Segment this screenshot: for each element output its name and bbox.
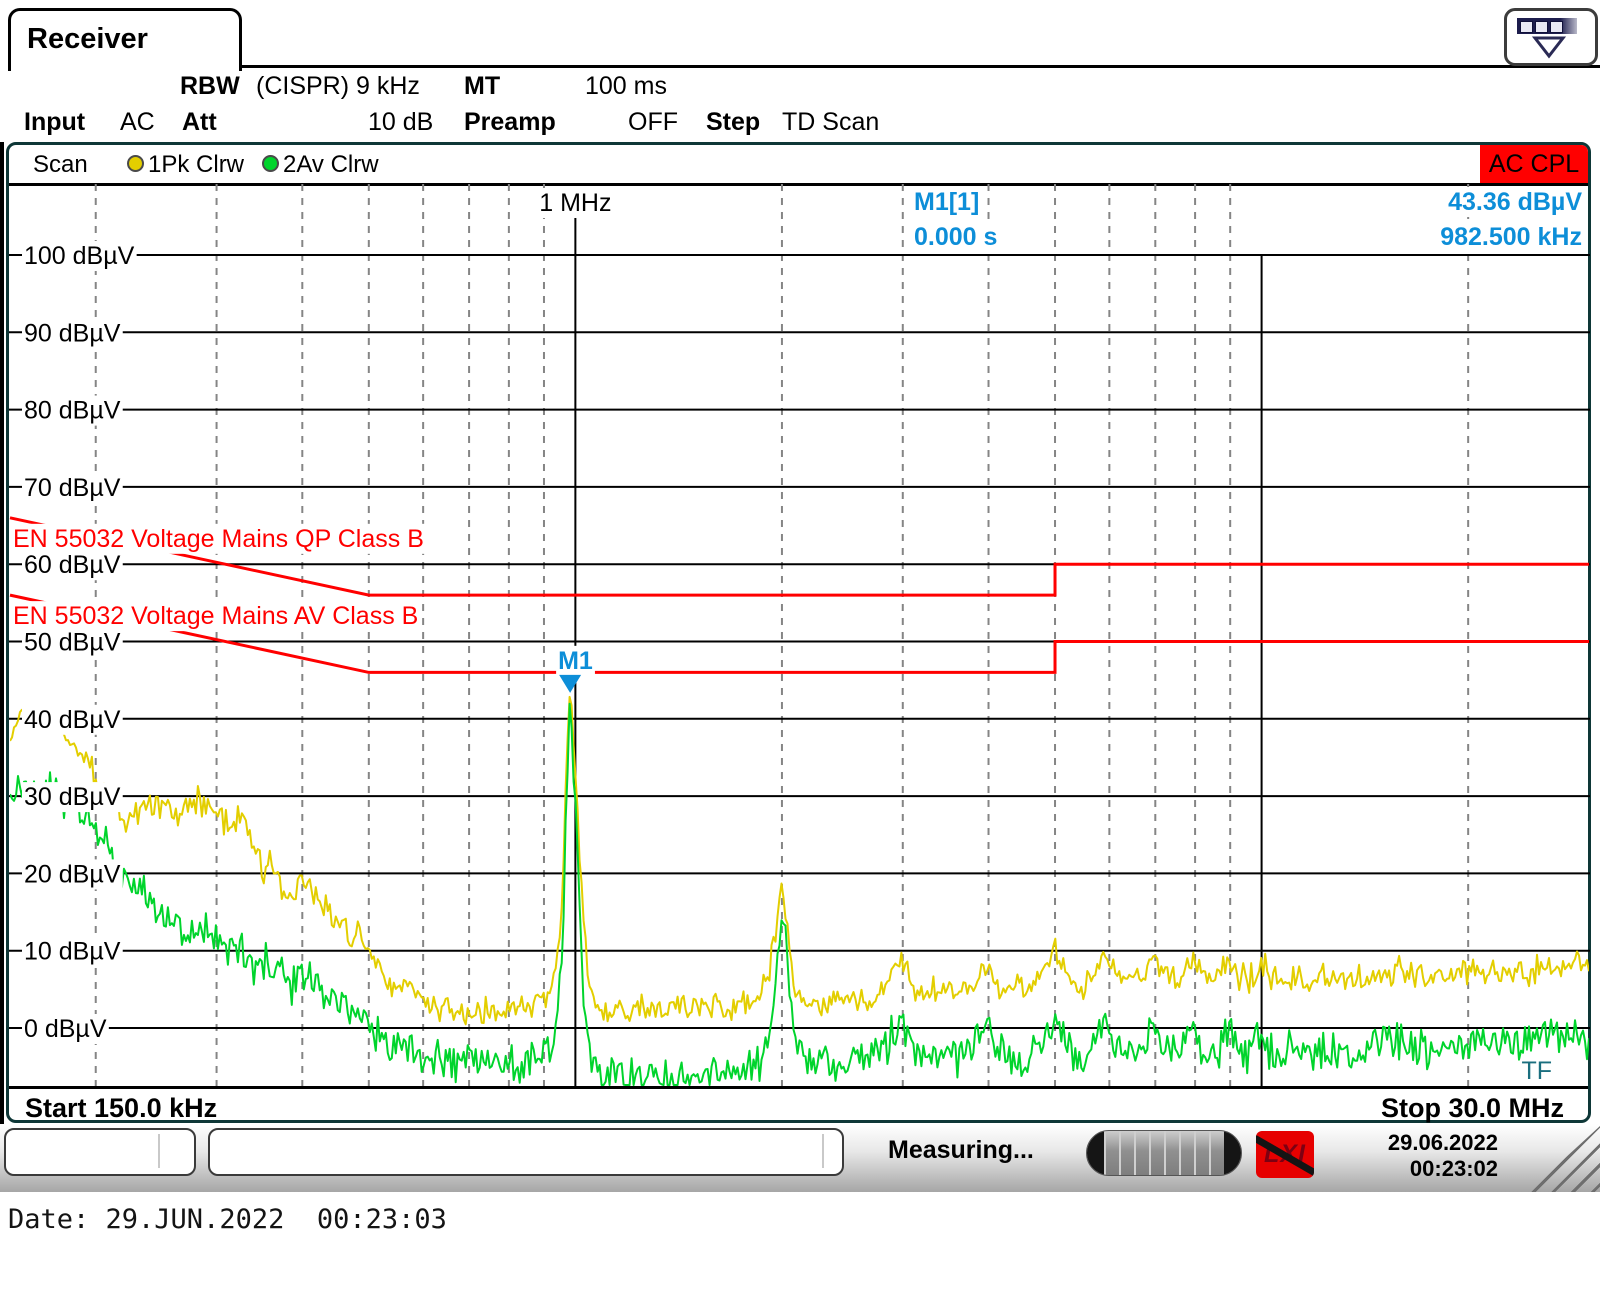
progress-segment bbox=[1134, 1131, 1149, 1175]
rbw-label: RBW bbox=[180, 72, 240, 101]
stop-frequency-label: Stop 30.0 MHz bbox=[1381, 1093, 1564, 1124]
status-time: 00:23:02 bbox=[1350, 1156, 1498, 1182]
scan-progress-bar bbox=[1086, 1130, 1242, 1176]
header-divider bbox=[236, 65, 1600, 68]
scan-window-titlebar: Scan 1Pk Clrw 2Av Clrw AC CPL bbox=[9, 145, 1588, 186]
datetime-display: 29.06.2022 00:23:02 bbox=[1350, 1130, 1498, 1182]
progress-segment bbox=[1104, 1131, 1119, 1175]
trace1-legend[interactable]: 1Pk Clrw bbox=[148, 151, 244, 179]
rbw-value[interactable]: (CISPR) 9 kHz bbox=[256, 72, 420, 101]
status-date: 29.06.2022 bbox=[1350, 1130, 1498, 1156]
progress-segment bbox=[1209, 1131, 1224, 1175]
instrument-screen: Receiver RBW (CISPR) 9 kHz MT 100 ms Inp… bbox=[0, 0, 1600, 1292]
progress-segment bbox=[1164, 1131, 1179, 1175]
att-label: Att bbox=[182, 108, 217, 137]
hardcopy-date-line: Date: 29.JUN.2022 00:23:03 bbox=[8, 1204, 447, 1235]
ac-coupling-badge: AC CPL bbox=[1480, 145, 1588, 183]
entry-field-main[interactable] bbox=[208, 1128, 844, 1176]
screen-left-border bbox=[0, 142, 4, 1124]
progress-segment bbox=[1179, 1131, 1194, 1175]
preamp-value[interactable]: OFF bbox=[628, 108, 678, 137]
input-value[interactable]: AC bbox=[120, 108, 155, 137]
scan-title: Scan bbox=[33, 151, 88, 179]
start-frequency-label: Start 150.0 kHz bbox=[25, 1093, 217, 1124]
tab-receiver-label: Receiver bbox=[27, 23, 148, 56]
trace1-dot bbox=[127, 155, 144, 172]
att-value[interactable]: 10 dB bbox=[368, 108, 433, 137]
step-value[interactable]: TD Scan bbox=[782, 108, 879, 137]
resize-grip-icon[interactable] bbox=[1528, 1126, 1600, 1192]
status-bar: Measuring... LXI 29.06.2022 00:23:02 bbox=[0, 1124, 1600, 1192]
mt-value[interactable]: 100 ms bbox=[585, 72, 667, 101]
triangle-down-icon bbox=[1507, 35, 1589, 59]
step-label: Step bbox=[706, 108, 760, 137]
trace2-dot bbox=[262, 155, 279, 172]
scan-window: Scan 1Pk Clrw 2Av Clrw AC CPL Start 150.… bbox=[6, 142, 1591, 1123]
preamp-label: Preamp bbox=[464, 108, 556, 137]
frequency-axis-bar: Start 150.0 kHz Stop 30.0 MHz bbox=[9, 1086, 1588, 1123]
progress-cap bbox=[1087, 1131, 1104, 1175]
trace2-legend[interactable]: 2Av Clrw bbox=[283, 151, 379, 179]
progress-cap bbox=[1224, 1131, 1241, 1175]
hardcopy-menu-icon[interactable] bbox=[1504, 8, 1598, 66]
progress-segment bbox=[1194, 1131, 1209, 1175]
input-label: Input bbox=[24, 108, 85, 137]
lxi-logo: LXI bbox=[1256, 1131, 1314, 1178]
measuring-status: Measuring... bbox=[888, 1136, 1034, 1165]
progress-segment bbox=[1119, 1131, 1134, 1175]
entry-field-left[interactable] bbox=[4, 1128, 196, 1176]
filmstrip-icon bbox=[1517, 18, 1577, 34]
tab-receiver[interactable]: Receiver bbox=[8, 8, 242, 71]
progress-segment bbox=[1149, 1131, 1164, 1175]
mt-label: MT bbox=[464, 72, 500, 101]
